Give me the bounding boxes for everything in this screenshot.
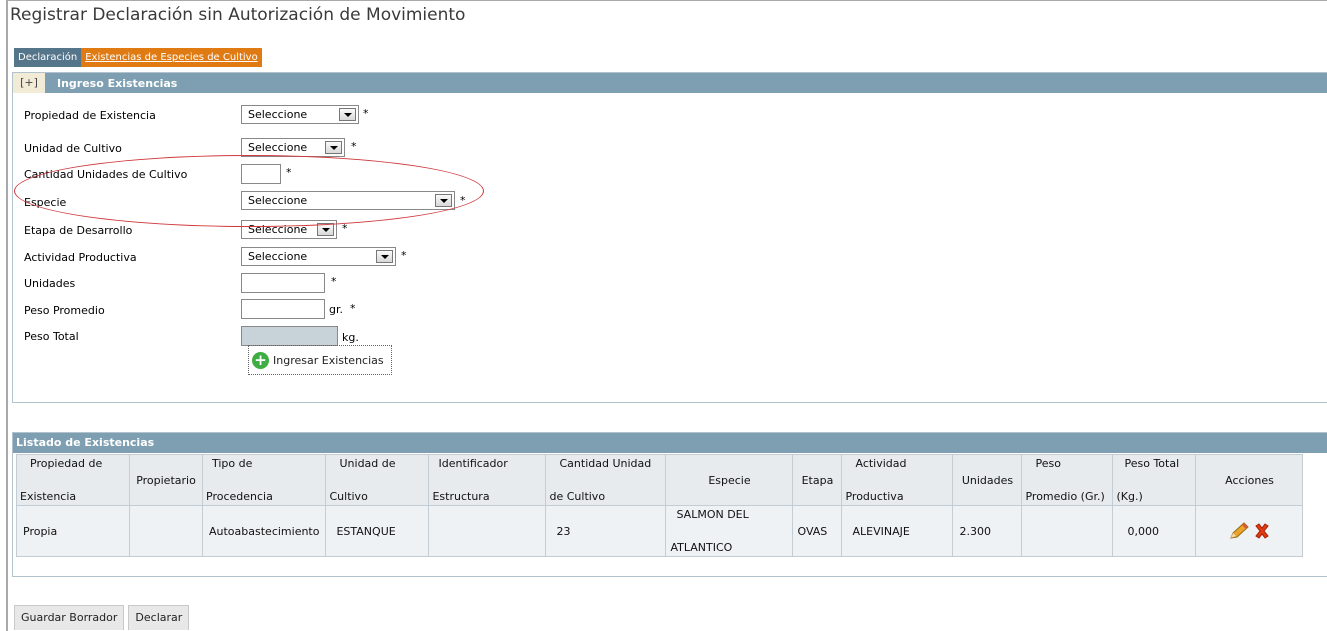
required-mark: * <box>460 194 466 207</box>
actividad-select[interactable]: Seleccione <box>241 247 396 266</box>
col-acciones: Acciones <box>1195 454 1304 506</box>
peso-total-input <box>241 326 338 346</box>
tab-bar: Declaración Existencias de Especies de C… <box>14 48 262 67</box>
required-mark: * <box>342 222 348 235</box>
cell-unidades: 2.300 <box>952 505 1023 557</box>
unit-gr: gr. <box>329 303 343 316</box>
cell-cantidad: 23 <box>545 505 667 557</box>
required-mark: * <box>363 107 369 120</box>
cell-etapa: OVAS <box>792 505 843 557</box>
guardar-borrador-button[interactable]: Guardar Borrador <box>14 605 125 630</box>
cell-propietario <box>129 505 203 557</box>
ingreso-title: Ingreso Existencias <box>57 76 178 90</box>
required-mark: * <box>331 275 337 288</box>
cell-propiedad: Propia <box>16 505 130 557</box>
cell-acciones <box>1195 505 1304 557</box>
listado-title: Listado de Existencias <box>13 433 1327 453</box>
table-row: Propia Autoabastecimiento ESTANQUE 23 SA… <box>16 505 1304 557</box>
page-title: Registrar Declaración sin Autorización d… <box>10 5 466 25</box>
cell-identificador <box>428 505 547 557</box>
required-mark: * <box>350 302 356 315</box>
label-especie: Especie <box>24 196 67 209</box>
chevron-down-icon <box>339 108 356 121</box>
unidad-cultivo-select-value: Seleccione <box>248 141 308 154</box>
listado-existencias-panel: Listado de Existencias Propiedad de Exist… <box>12 432 1327 577</box>
frame-top-border <box>6 0 1327 1</box>
especie-line2: ATLANTICO <box>670 541 733 554</box>
col-procedencia: Tipo de Procedencia <box>201 454 327 506</box>
actividad-select-value: Seleccione <box>248 250 308 263</box>
cell-actividad: ALEVINAJE <box>841 505 954 557</box>
ingreso-existencias-panel: [+] Ingreso Existencias <box>12 72 1327 403</box>
ingresar-existencias-button[interactable]: + Ingresar Existencias <box>248 345 392 375</box>
unidades-input[interactable] <box>241 273 325 293</box>
col-unidad: Unidad de Cultivo <box>325 454 430 506</box>
label-unidad-cultivo: Unidad de Cultivo <box>24 142 122 155</box>
ingreso-header: [+] Ingreso Existencias <box>13 73 1327 93</box>
pencil-icon[interactable] <box>1228 521 1250 541</box>
col-cantidad: Cantidad Unidad de Cultivo <box>545 454 667 506</box>
label-cantidad: Cantidad Unidades de Cultivo <box>24 168 188 181</box>
frame-left-border <box>6 0 8 631</box>
label-etapa: Etapa de Desarrollo <box>24 224 133 237</box>
label-peso-promedio: Peso Promedio <box>24 304 105 317</box>
chevron-down-icon <box>317 223 334 236</box>
col-peso-total: Peso Total (Kg.) <box>1112 454 1197 506</box>
required-mark: * <box>351 140 357 153</box>
chevron-down-icon <box>376 250 393 263</box>
ingresar-existencias-label: Ingresar Existencias <box>273 353 384 367</box>
propiedad-select-value: Seleccione <box>248 108 308 121</box>
footer-actions: Guardar Borrador Declarar <box>14 605 190 630</box>
cell-procedencia: Autoabastecimiento <box>201 505 327 557</box>
col-propiedad: Propiedad de Existencia <box>16 454 130 506</box>
unit-kg: kg. <box>342 331 359 344</box>
etapa-select-value: Seleccione <box>248 223 308 236</box>
cell-especie: SALMON DEL ATLANTICO <box>665 505 794 557</box>
chevron-down-icon <box>435 194 452 207</box>
col-especie: Especie <box>665 454 794 506</box>
peso-promedio-input[interactable] <box>241 299 325 319</box>
unidad-cultivo-select[interactable]: Seleccione <box>241 138 345 157</box>
required-mark: * <box>401 249 407 262</box>
label-actividad: Actividad Productiva <box>24 251 137 264</box>
add-circle-icon: + <box>252 351 269 369</box>
cell-peso-total: 0,000 <box>1112 505 1197 557</box>
especie-line1: SALMON DEL <box>676 508 749 521</box>
declarar-button[interactable]: Declarar <box>128 605 190 630</box>
existencias-table: Propiedad de Existencia Propietario Tipo … <box>16 454 1304 557</box>
col-actividad: Actividad Productiva <box>841 454 954 506</box>
etapa-select[interactable]: Seleccione <box>241 220 337 239</box>
label-peso-total: Peso Total <box>24 330 79 343</box>
required-mark: * <box>286 166 292 179</box>
cantidad-input[interactable] <box>241 164 281 184</box>
tab-declaracion[interactable]: Declaración <box>14 48 82 67</box>
col-etapa: Etapa <box>792 454 843 506</box>
delete-icon[interactable] <box>1253 522 1271 540</box>
especie-select-value: Seleccione <box>248 194 308 207</box>
especie-select[interactable]: Seleccione <box>241 191 455 210</box>
label-unidades: Unidades <box>24 277 76 290</box>
col-identificador: Identificador Estructura <box>428 454 547 506</box>
col-propietario: Propietario <box>129 454 203 506</box>
cell-unidad: ESTANQUE <box>325 505 430 557</box>
col-peso-promedio: Peso Promedio (Gr.) <box>1021 454 1114 506</box>
col-unidades: Unidades <box>952 454 1023 506</box>
expand-toggle[interactable]: [+] <box>13 73 45 93</box>
cell-peso-promedio <box>1021 505 1114 557</box>
chevron-down-icon <box>325 141 342 154</box>
table-header-row: Propiedad de Existencia Propietario Tipo … <box>16 454 1304 506</box>
propiedad-select[interactable]: Seleccione <box>241 105 359 124</box>
tab-existencias[interactable]: Existencias de Especies de Cultivo <box>81 48 262 67</box>
label-propiedad: Propiedad de Existencia <box>24 109 156 122</box>
